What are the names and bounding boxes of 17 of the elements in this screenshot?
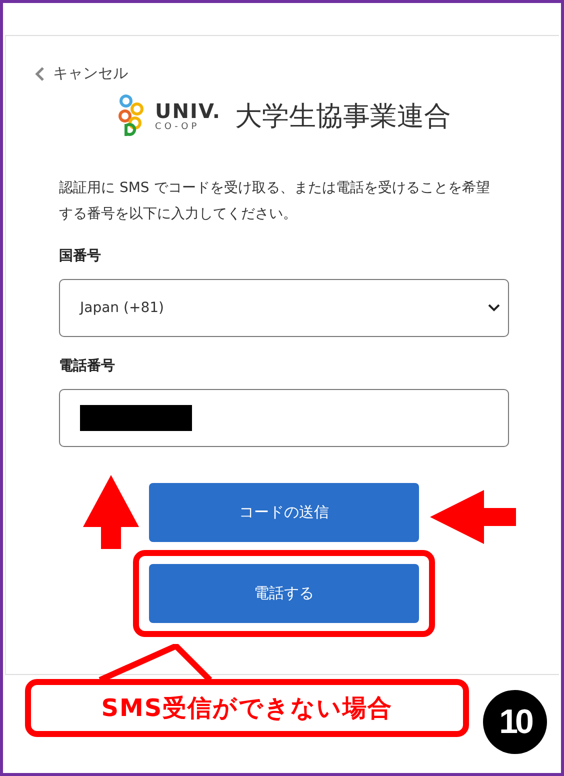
left-arrow-icon xyxy=(430,490,516,544)
up-arrow-icon xyxy=(83,475,139,549)
logo-name: 大学生協事業連合 xyxy=(234,100,451,134)
logo-wordmark: UNIV. xyxy=(155,100,221,120)
chevron-down-icon xyxy=(488,304,500,312)
phone-input[interactable] xyxy=(59,389,509,447)
back-icon xyxy=(35,66,45,82)
field-label: 国番号 xyxy=(59,247,101,265)
cancel-link[interactable]: キャンセル xyxy=(35,64,128,83)
logo-subtitle: CO-OP xyxy=(155,122,200,132)
callout-label: SMS受信ができない場合 xyxy=(25,679,469,737)
field-label: 電話番号 xyxy=(59,357,115,375)
primary-button[interactable]: 電話する xyxy=(149,564,419,623)
primary-button[interactable]: コードの送信 xyxy=(149,483,419,542)
step-number-badge: 10 xyxy=(483,690,547,754)
intro-text: 認証用に SMS でコードを受け取る、または電話を受けることを希望する番号を以下に入力してください。 xyxy=(59,179,491,224)
country-select[interactable]: Japan (+81) xyxy=(59,279,509,337)
